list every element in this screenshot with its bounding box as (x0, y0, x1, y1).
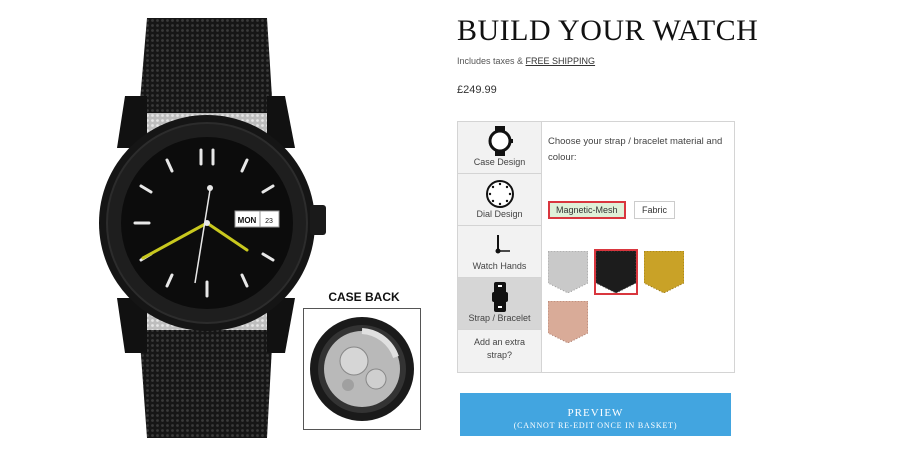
free-shipping-link[interactable]: FREE SHIPPING (526, 56, 596, 66)
material-magnetic-mesh-button[interactable]: Magnetic-Mesh (548, 201, 626, 219)
preview-button[interactable]: PREVIEW (CANNOT RE-EDIT ONCE IN BASKET) (460, 393, 731, 436)
tab-dial-design[interactable]: Dial Design (458, 174, 541, 226)
material-fabric-button[interactable]: Fabric (633, 201, 675, 219)
strap-top (139, 18, 273, 113)
tab-extra-strap[interactable]: Add an extra strap? (458, 330, 541, 372)
builder-tabs: Case Design Dial Design Watch Hands Stra… (458, 122, 542, 372)
swatch-gold-mesh[interactable] (643, 250, 685, 294)
tab-label: Case Design (473, 157, 526, 167)
extra-strap-line1: Add an extra (473, 337, 526, 347)
date-number: 23 (265, 218, 273, 225)
tab-strap-bracelet[interactable]: Strap / Bracelet (458, 278, 541, 330)
swatch-silver-mesh[interactable] (547, 250, 589, 294)
strap-prompt: Choose your strap / bracelet material an… (548, 136, 723, 163)
tab-label: Dial Design (476, 209, 523, 219)
extra-strap-line2: strap? (486, 350, 512, 360)
strap-icon (492, 282, 508, 312)
tax-text: Includes taxes & (457, 56, 526, 66)
strap-options-panel: Choose your strap / bracelet material an… (547, 134, 728, 344)
preview-sublabel: (CANNOT RE-EDIT ONCE IN BASKET) (513, 420, 678, 430)
preview-label: PREVIEW (567, 406, 624, 419)
tab-label: Watch Hands (472, 261, 527, 271)
material-options: Magnetic-Mesh Fabric (548, 200, 679, 219)
tab-case-design[interactable]: Case Design (458, 122, 541, 174)
watch-hands-icon (495, 235, 510, 254)
watch-builder: Case Design Dial Design Watch Hands Stra… (457, 121, 735, 373)
tax-note: Includes taxes & FREE SHIPPING (457, 56, 595, 66)
case-back-title: CASE BACK (328, 290, 400, 304)
strap-bottom (139, 328, 273, 438)
price: £249.99 (457, 84, 497, 96)
swatch-rose-gold-mesh[interactable] (547, 300, 589, 344)
watch-crown (310, 205, 326, 235)
tab-watch-hands[interactable]: Watch Hands (458, 226, 541, 278)
date-day: MON (238, 216, 257, 225)
dial-icon (486, 180, 514, 208)
page-title: BUILD YOUR WATCH (457, 14, 759, 47)
swatch-black-mesh[interactable] (594, 249, 638, 295)
tab-label: Strap / Bracelet (468, 313, 531, 323)
watch-case-icon (488, 126, 513, 156)
case-back-image (303, 308, 421, 430)
